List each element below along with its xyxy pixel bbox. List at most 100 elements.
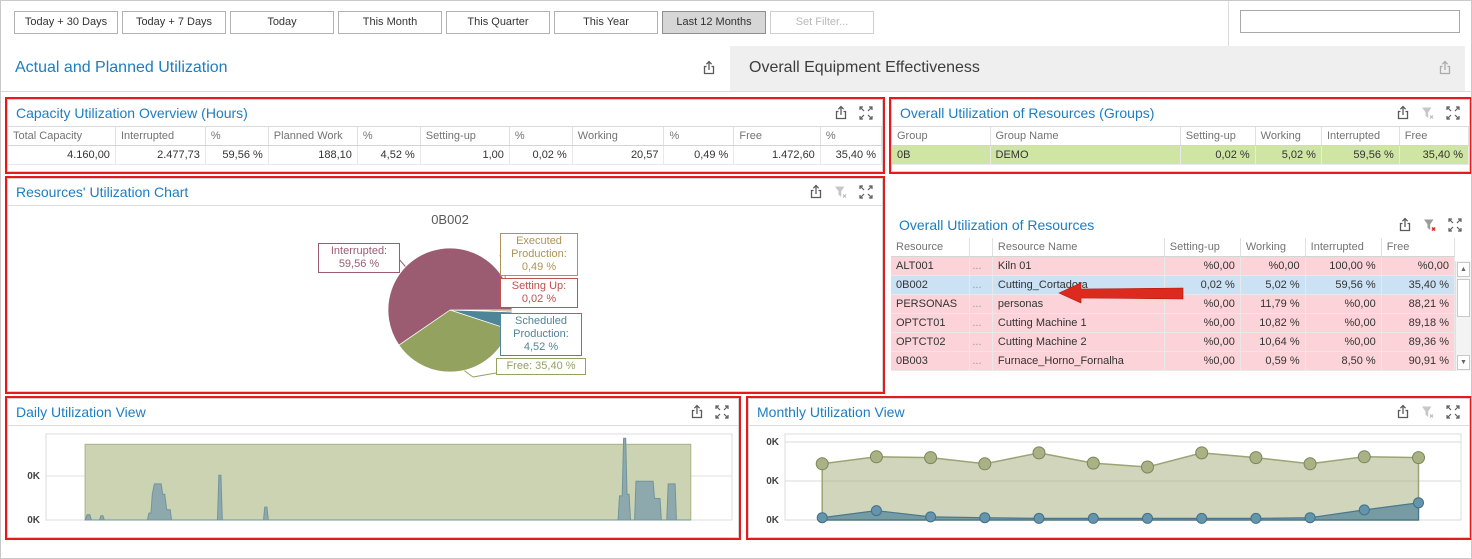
column-header[interactable]: Setting-up bbox=[1180, 127, 1255, 146]
resource-row-0B003[interactable]: 0B003...Furnace_Horno_Fornalha%0,000,59 … bbox=[891, 352, 1455, 371]
group-row-0B[interactable]: 0BDEMO0,02 %5,02 %59,56 %35,40 % bbox=[892, 146, 1469, 165]
monthly-working-point[interactable] bbox=[1359, 505, 1369, 515]
column-header[interactable]: Working bbox=[572, 127, 664, 146]
resource-row-PERSONAS[interactable]: PERSONAS...personas%0,0011,79 %%0,0088,2… bbox=[891, 295, 1455, 314]
monthly-working-point[interactable] bbox=[1251, 513, 1261, 523]
column-header[interactable]: Group bbox=[892, 127, 990, 146]
toolbar-button-last-12-months[interactable]: Last 12 Months bbox=[662, 11, 766, 34]
cell: 20,57 bbox=[572, 146, 664, 165]
monthly-capacity-point[interactable] bbox=[1196, 447, 1208, 459]
monthly-working-point[interactable] bbox=[1414, 498, 1424, 508]
column-header[interactable]: Free bbox=[734, 127, 820, 146]
capacity-values-row[interactable]: 4.160,002.477,7359,56 %188,104,52 %1,000… bbox=[8, 146, 882, 165]
maximize-icon[interactable] bbox=[858, 105, 874, 121]
monthly-working-point[interactable] bbox=[1088, 513, 1098, 523]
monthly-utilization-chart[interactable]: 0K0K0K bbox=[749, 426, 1469, 537]
toolbar-button-today-7-days[interactable]: Today + 7 Days bbox=[122, 11, 226, 34]
filter-clear-icon[interactable] bbox=[1420, 105, 1436, 121]
resource-row-OPTCT02[interactable]: OPTCT02...Cutting Machine 2%0,0010,64 %%… bbox=[891, 333, 1455, 352]
export-icon[interactable] bbox=[1395, 105, 1411, 121]
column-header[interactable]: Resource bbox=[891, 238, 970, 257]
resource-row-OPTCT01[interactable]: OPTCT01...Cutting Machine 1%0,0010,82 %%… bbox=[891, 314, 1455, 333]
monthly-capacity-series[interactable] bbox=[822, 453, 1418, 520]
column-header[interactable]: Interrupted bbox=[1321, 127, 1399, 146]
daily-capacity-band[interactable] bbox=[85, 444, 691, 520]
toolbar-button-set-filter[interactable]: Set Filter... bbox=[770, 11, 874, 34]
column-header[interactable]: Group Name bbox=[990, 127, 1180, 146]
monthly-capacity-point[interactable] bbox=[1250, 452, 1262, 464]
date-range-dropdown[interactable] bbox=[1240, 10, 1460, 33]
monthly-capacity-point[interactable] bbox=[816, 458, 828, 470]
monthly-working-point[interactable] bbox=[1143, 513, 1153, 523]
column-header[interactable]: Planned Work bbox=[268, 127, 357, 146]
toolbar-button-this-year[interactable]: This Year bbox=[554, 11, 658, 34]
monthly-working-point[interactable] bbox=[926, 512, 936, 522]
scroll-down-icon[interactable]: ▼ bbox=[1457, 355, 1470, 370]
column-header[interactable]: Working bbox=[1255, 127, 1321, 146]
column-header[interactable]: Free bbox=[1381, 238, 1454, 257]
column-header[interactable]: Working bbox=[1240, 238, 1305, 257]
column-header[interactable]: % bbox=[205, 127, 268, 146]
filter-clear-icon[interactable] bbox=[1420, 404, 1436, 420]
cell: %0,00 bbox=[1381, 257, 1454, 276]
column-header[interactable]: Setting-up bbox=[420, 127, 509, 146]
pie-chart[interactable]: 0B002 Interrupted: 59,56 %Executed Produ… bbox=[8, 206, 882, 392]
column-header[interactable]: Interrupted bbox=[1305, 238, 1381, 257]
export-icon[interactable] bbox=[701, 60, 717, 76]
cell: 4.160,00 bbox=[8, 146, 115, 165]
monthly-capacity-point[interactable] bbox=[870, 451, 882, 463]
daily-utilization-chart[interactable]: 0K0K bbox=[8, 426, 738, 537]
maximize-icon[interactable] bbox=[714, 404, 730, 420]
monthly-working-point[interactable] bbox=[1305, 513, 1315, 523]
column-header[interactable]: Total Capacity bbox=[8, 127, 115, 146]
column-header[interactable]: % bbox=[509, 127, 572, 146]
column-header[interactable]: Resource Name bbox=[992, 238, 1164, 257]
monthly-working-point[interactable] bbox=[1034, 513, 1044, 523]
toolbar-button-this-month[interactable]: This Month bbox=[338, 11, 442, 34]
vertical-scrollbar[interactable]: ▲ ▼ bbox=[1455, 261, 1471, 371]
maximize-icon[interactable] bbox=[1445, 404, 1461, 420]
export-icon[interactable] bbox=[833, 105, 849, 121]
column-header[interactable]: % bbox=[820, 127, 881, 146]
monthly-working-point[interactable] bbox=[871, 506, 881, 516]
column-header[interactable] bbox=[970, 238, 993, 257]
filter-clear-icon[interactable] bbox=[1422, 217, 1438, 233]
monthly-capacity-point[interactable] bbox=[1142, 461, 1154, 473]
resource-row-ALT001[interactable]: ALT001...Kiln 01%0,00%0,00100,00 %%0,00 bbox=[891, 257, 1455, 276]
monthly-capacity-point[interactable] bbox=[979, 458, 991, 470]
resource-row-0B002[interactable]: 0B002...Cutting_Cortadora0,02 %5,02 %59,… bbox=[891, 276, 1455, 295]
pie-chart-svg[interactable] bbox=[8, 206, 882, 392]
export-icon[interactable] bbox=[1437, 60, 1453, 76]
maximize-icon[interactable] bbox=[1447, 217, 1463, 233]
tab-actual-planned-utilization[interactable]: Actual and Planned Utilization bbox=[15, 59, 228, 77]
export-icon[interactable] bbox=[689, 404, 705, 420]
scrollbar-thumb[interactable] bbox=[1457, 279, 1470, 317]
monthly-capacity-point[interactable] bbox=[1033, 447, 1045, 459]
maximize-icon[interactable] bbox=[1445, 105, 1461, 121]
column-header[interactable]: Setting-up bbox=[1164, 238, 1240, 257]
monthly-capacity-point[interactable] bbox=[1304, 458, 1316, 470]
monthly-capacity-point[interactable] bbox=[1413, 452, 1425, 464]
filter-clear-icon[interactable] bbox=[833, 184, 849, 200]
scroll-up-icon[interactable]: ▲ bbox=[1457, 262, 1470, 277]
column-header[interactable]: Interrupted bbox=[115, 127, 205, 146]
monthly-capacity-point[interactable] bbox=[925, 452, 937, 464]
toolbar-button-this-quarter[interactable]: This Quarter bbox=[446, 11, 550, 34]
toolbar-button-today[interactable]: Today bbox=[230, 11, 334, 34]
tab-overall-equipment-effectiveness[interactable]: Overall Equipment Effectiveness bbox=[730, 46, 1465, 91]
monthly-working-point[interactable] bbox=[817, 513, 827, 523]
monthly-working-point[interactable] bbox=[980, 513, 990, 523]
export-icon[interactable] bbox=[1395, 404, 1411, 420]
cell: ... bbox=[970, 295, 993, 314]
monthly-capacity-point[interactable] bbox=[1358, 451, 1370, 463]
toolbar-button-today-30-days[interactable]: Today + 30 Days bbox=[14, 11, 118, 34]
monthly-working-point[interactable] bbox=[1197, 513, 1207, 523]
column-header[interactable]: Free bbox=[1399, 127, 1468, 146]
cell: %0,00 bbox=[1164, 295, 1240, 314]
maximize-icon[interactable] bbox=[858, 184, 874, 200]
column-header[interactable]: % bbox=[357, 127, 420, 146]
export-icon[interactable] bbox=[1397, 217, 1413, 233]
monthly-capacity-point[interactable] bbox=[1087, 457, 1099, 469]
export-icon[interactable] bbox=[808, 184, 824, 200]
column-header[interactable]: % bbox=[664, 127, 734, 146]
